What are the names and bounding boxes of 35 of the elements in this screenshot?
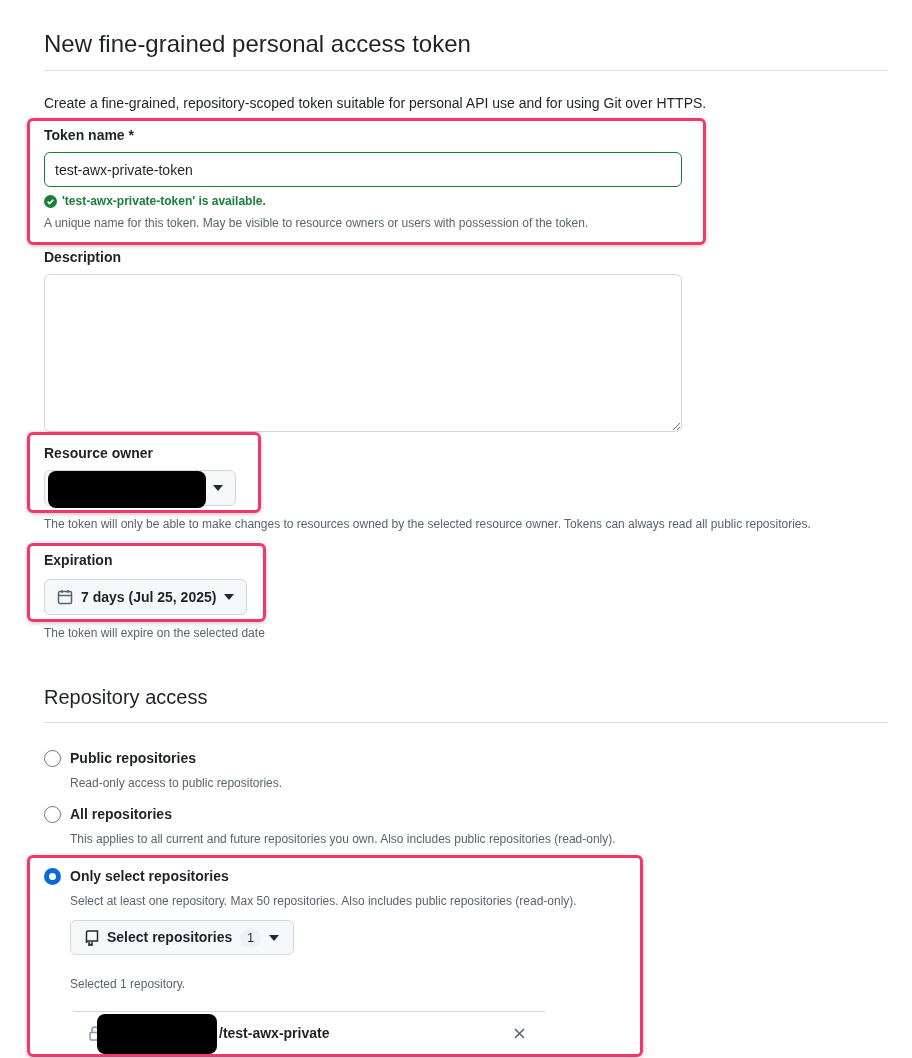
repository-icon — [85, 929, 99, 946]
expiration-dropdown[interactable]: 7 days (Jul 25, 2025) — [44, 579, 248, 615]
caret-icon — [224, 594, 235, 600]
selection-summary: Selected 1 repository. — [70, 976, 187, 993]
option-description: Read-only access to public repositories. — [70, 775, 284, 792]
check-circle-icon — [44, 194, 57, 208]
option-description: Select at least one repository. Max 50 repositories. Also includes public repositories (read-only). — [70, 893, 578, 910]
hint-text: The token will only be able to make changes to resources owned by the selected resource owner. Tokens can always read all public repositories. — [44, 516, 812, 533]
field-label: Resource owner — [44, 444, 154, 463]
radio-button[interactable] — [44, 868, 61, 885]
intro-text: Create a fine-grained, repository-scoped token suitable for personal API use and for using Git over HTTPS. — [44, 94, 708, 113]
description-field[interactable] — [44, 274, 682, 432]
caret-icon — [213, 485, 223, 491]
hint-text: The token will expire on the selected date — [44, 625, 266, 642]
caret-icon — [268, 934, 279, 941]
field-label: Description — [44, 248, 122, 267]
radio-button[interactable] — [44, 806, 61, 823]
radio-button[interactable] — [44, 750, 61, 767]
field-label: Token name * — [44, 126, 135, 145]
count-badge: 1 — [240, 927, 261, 948]
option-label[interactable]: All repositories — [70, 804, 172, 825]
option-label[interactable]: Public repositories — [70, 748, 197, 769]
option-label[interactable]: Only select repositories — [70, 866, 229, 887]
section-heading: Repository access — [44, 685, 209, 710]
page-title: New fine-grained personal access token — [44, 29, 472, 59]
calendar-icon — [57, 589, 73, 605]
hint-text: A unique name for this token. May be visible to resource owners or users with possession of the token. — [44, 215, 590, 232]
close-icon[interactable] — [514, 1027, 525, 1039]
validation-message: 'test-awx-private-token' is available. — [62, 193, 266, 210]
resource-owner-dropdown[interactable] — [44, 470, 236, 506]
option-description: This applies to all current and future repositories you own. Also includes public repositories (read-only). — [70, 831, 617, 848]
field-label: Expiration — [44, 551, 114, 570]
select-repositories-button[interactable]: Select repositories 1 — [70, 920, 294, 955]
token-name-field[interactable]: test-awx-private-token — [44, 152, 682, 187]
repository-name: /test-awx-private — [219, 1023, 330, 1043]
